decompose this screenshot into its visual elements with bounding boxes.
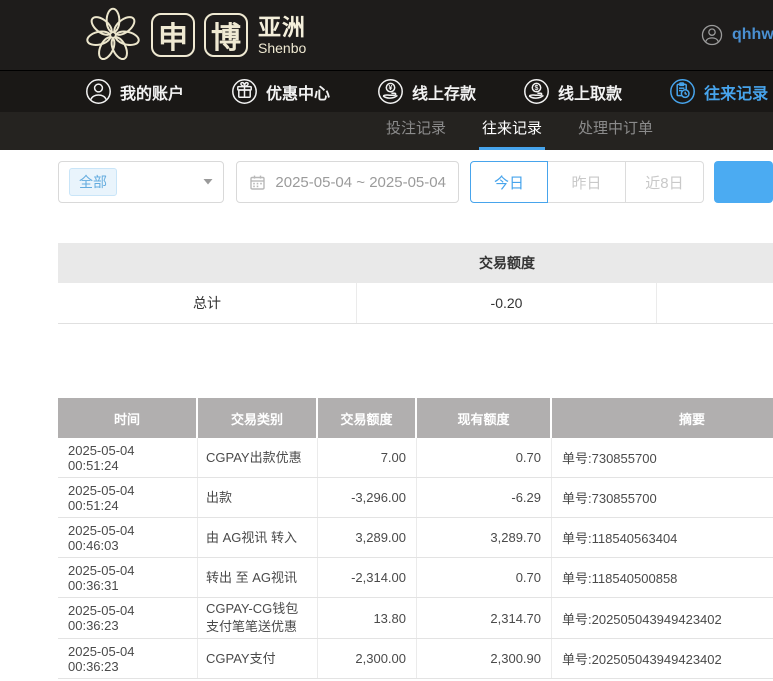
cell-time: 2025-05-04 00:51:24 <box>58 438 198 477</box>
svg-text:¥: ¥ <box>389 85 393 92</box>
flower-logo-icon <box>86 7 140 61</box>
cell-amount: -3,296.00 <box>318 478 417 517</box>
summary-empty-cell <box>657 283 773 323</box>
nav-item-my-account[interactable]: 我的账户 <box>85 78 184 105</box>
svg-text:$: $ <box>535 85 539 92</box>
user-account-chip[interactable]: qhhw <box>701 0 773 70</box>
search-submit-button[interactable] <box>713 161 773 203</box>
col-header-time: 时间 <box>58 398 198 438</box>
quick-date-buttons: 今日 昨日 近8日 <box>469 161 704 203</box>
brand-char-1: 申 <box>158 22 188 55</box>
cell-summary: 单号:118540500858 <box>562 571 678 586</box>
cell-type: CGPAY-CG钱包支付笔笔送优惠 <box>198 598 318 638</box>
calendar-icon <box>250 175 266 190</box>
cell-summary: 单号:118540563404 <box>562 531 678 546</box>
subnav: 投注记录 往来记录 处理中订单 <box>0 112 773 150</box>
summary-header-label: 交易额度 <box>479 255 535 271</box>
user-avatar-icon <box>701 24 723 46</box>
brand-char-box-1: 申 <box>151 13 195 57</box>
nav-item-withdraw[interactable]: $ 线上取款 <box>523 78 622 105</box>
today-button[interactable]: 今日 <box>469 161 548 203</box>
username: qhhw <box>732 26 773 43</box>
cell-summary: 单号:730855700 <box>562 451 657 466</box>
table-row: 2025-05-04 00:46:03 由 AG视讯 转入 3,289.00 3… <box>58 518 773 558</box>
table-row: 2025-05-04 00:36:31 转出 至 AG视讯 -2,314.00 … <box>58 558 773 598</box>
brand-region-cn: 亚洲 <box>258 13 306 40</box>
app-header: 申 博 亚洲 Shenbo qhhw <box>0 0 773 70</box>
nav-item-label: 线上存款 <box>412 85 477 103</box>
brand-region: 亚洲 Shenbo <box>258 13 307 56</box>
withdraw-icon: $ <box>524 79 549 104</box>
table-row: 2025-05-04 00:36:23 CGPAY支付 2,300.00 2,3… <box>58 639 773 679</box>
cell-summary: 单号:730855700 <box>562 491 657 506</box>
brand-region-en: Shenbo <box>258 39 307 56</box>
table-row: 2025-05-04 00:51:24 CGPAY出款优惠 7.00 0.70 … <box>58 438 773 478</box>
cell-type: CGPAY出款优惠 <box>198 438 318 477</box>
cell-type: 出款 <box>198 478 318 517</box>
cell-type: CGPAY支付 <box>198 639 318 678</box>
date-range-picker[interactable]: 2025-05-04 ~ 2025-05-04 <box>236 161 459 203</box>
date-range-value: 2025-05-04 ~ 2025-05-04 <box>275 173 446 191</box>
cell-amount: 7.00 <box>318 438 417 477</box>
summary-total-label: 总计 <box>58 283 357 323</box>
transaction-records-page: { "brand": { "box_char_1": "申", "box_cha… <box>0 0 773 681</box>
summary-total-row: 总计 -0.20 <box>58 283 773 324</box>
col-header-summary: 摘要 <box>678 411 705 427</box>
chevron-down-icon <box>203 179 213 185</box>
cell-balance: 3,289.70 <box>417 518 552 557</box>
records-icon <box>670 79 696 104</box>
cell-balance: -6.29 <box>417 478 552 517</box>
cell-time: 2025-05-04 00:51:24 <box>58 478 198 517</box>
cell-time: 2025-05-04 00:36:23 <box>58 639 198 678</box>
cell-summary: 单号:202505043949423402 <box>562 611 722 627</box>
brand-char-2: 博 <box>211 22 241 55</box>
nav-item-label: 往来记录 <box>704 85 769 103</box>
main-nav: 我的账户 优惠中心 ¥ 线上存款 $ 线上取款 往来记录 <box>0 70 773 112</box>
nav-item-deposit[interactable]: ¥ 线上存款 <box>377 78 476 105</box>
cell-amount: 13.80 <box>318 598 417 638</box>
user-icon <box>86 79 111 104</box>
cell-amount: 3,289.00 <box>318 518 417 557</box>
tab-betting-records[interactable]: 投注记录 <box>383 112 449 150</box>
category-select[interactable]: 全部 <box>58 161 225 203</box>
records-table-header: 时间 交易类别 交易额度 现有额度 摘要 <box>58 398 773 438</box>
cell-time: 2025-05-04 00:36:31 <box>58 558 198 597</box>
cell-balance: 0.70 <box>417 558 552 597</box>
cell-time: 2025-05-04 00:36:23 <box>58 598 198 638</box>
cell-summary: 单号:202505043949423402 <box>562 652 722 667</box>
cell-amount: -2,314.00 <box>318 558 417 597</box>
cell-time: 2025-05-04 00:46:03 <box>58 518 198 557</box>
cell-balance: 2,314.70 <box>417 598 552 638</box>
col-header-type: 交易类别 <box>198 398 318 438</box>
col-header-amount: 交易额度 <box>318 398 417 438</box>
cell-type: 转出 至 AG视讯 <box>198 558 318 597</box>
table-row: 2025-05-04 00:51:24 出款 -3,296.00 -6.29 单… <box>58 478 773 518</box>
summary-table: 交易额度 总计 -0.20 <box>58 243 773 324</box>
category-selected-tag: 全部 <box>69 168 117 196</box>
nav-item-label: 优惠中心 <box>266 85 331 103</box>
col-header-balance: 现有额度 <box>417 398 552 438</box>
summary-total-value: -0.20 <box>357 283 657 323</box>
nav-item-transaction-records[interactable]: 往来记录 <box>669 78 768 105</box>
tab-processing-orders[interactable]: 处理中订单 <box>575 112 656 150</box>
records-table: 时间 交易类别 交易额度 现有额度 摘要 2025-05-04 00:51:24… <box>58 398 773 679</box>
tab-transaction-records[interactable]: 往来记录 <box>479 112 546 150</box>
yesterday-button[interactable]: 昨日 <box>547 161 626 203</box>
deposit-icon: ¥ <box>378 79 403 104</box>
cell-amount: 2,300.00 <box>318 639 417 678</box>
filter-bar: 全部 2025-05-04 ~ 2025-05-04 今日 昨日 近8日 <box>58 161 773 203</box>
nav-item-label: 线上取款 <box>558 85 623 103</box>
nav-item-promotions[interactable]: 优惠中心 <box>231 78 330 105</box>
cell-type: 由 AG视讯 转入 <box>198 518 318 557</box>
last-8-days-button[interactable]: 近8日 <box>625 161 704 203</box>
brand-logo: 申 博 亚洲 Shenbo <box>84 6 306 64</box>
cell-balance: 0.70 <box>417 438 552 477</box>
brand-char-box-2: 博 <box>204 13 248 57</box>
nav-item-label: 我的账户 <box>120 85 185 103</box>
summary-table-header: 交易额度 <box>58 243 773 283</box>
gift-icon <box>232 79 257 104</box>
cell-balance: 2,300.90 <box>417 639 552 678</box>
table-row: 2025-05-04 00:36:23 CGPAY-CG钱包支付笔笔送优惠 13… <box>58 598 773 639</box>
